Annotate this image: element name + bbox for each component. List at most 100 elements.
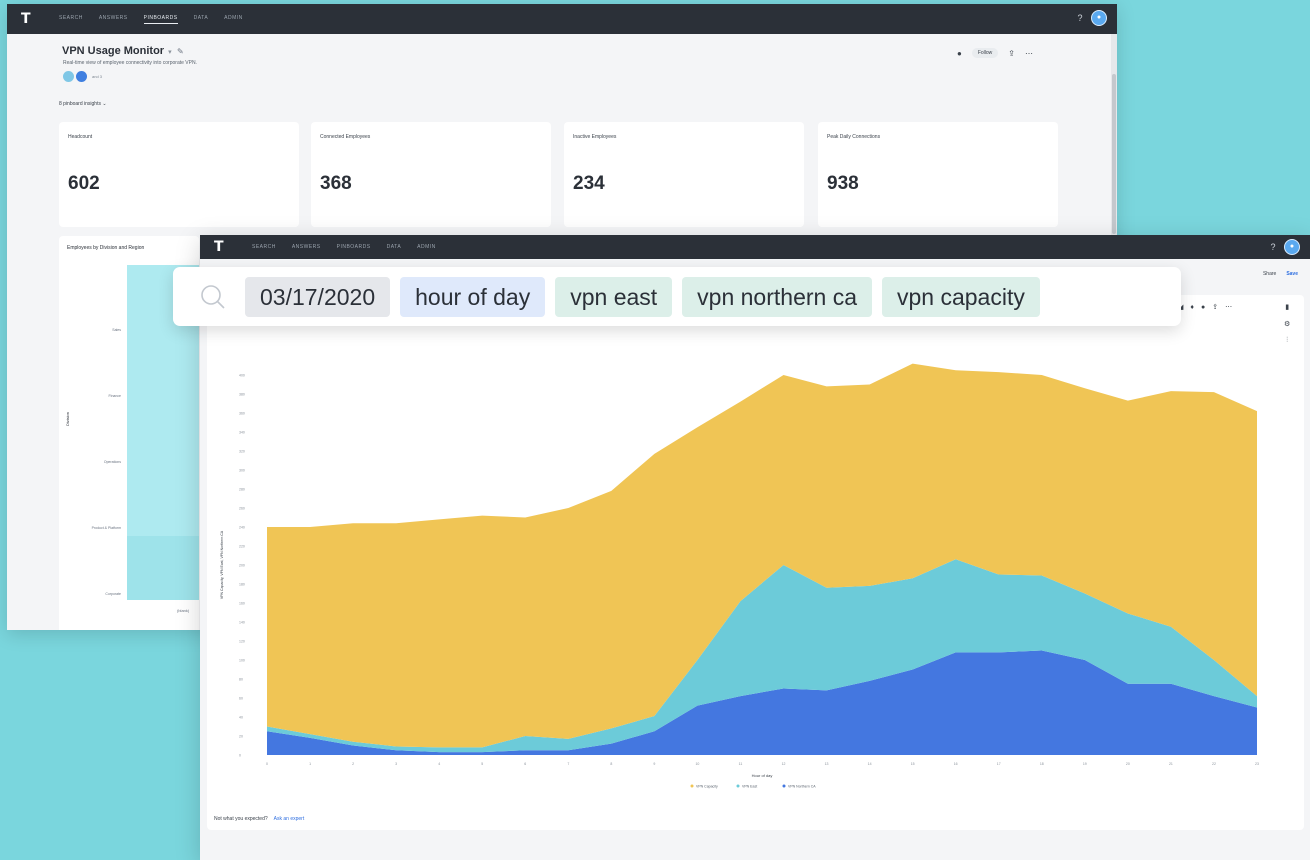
- filter-icon[interactable]: ⫶: [1286, 337, 1288, 345]
- y-tick-label: 160: [239, 602, 245, 606]
- kpi-card-headcount[interactable]: Headcount 602: [59, 122, 299, 227]
- nav-item-search[interactable]: SEARCH: [59, 15, 83, 24]
- help-icon[interactable]: ?: [1268, 242, 1278, 252]
- x-tick-label: 9: [653, 762, 655, 766]
- nav-item-admin[interactable]: ADMIN: [224, 15, 243, 24]
- pinboard-actions: ● Follow ⇪ ⋯: [957, 48, 1033, 58]
- follow-button[interactable]: Follow: [971, 48, 999, 58]
- search-token-measure[interactable]: vpn capacity: [882, 276, 1040, 317]
- app-logo[interactable]: T: [21, 12, 35, 26]
- nav-item-data[interactable]: DATA: [194, 15, 209, 24]
- division-axis-label: Division: [65, 411, 70, 426]
- division-label: Finance: [108, 394, 121, 398]
- nav-menu: SEARCH ANSWERS PINBOARDS DATA ADMIN: [252, 244, 436, 250]
- kpi-value: 938: [827, 173, 859, 194]
- gear-icon[interactable]: ⚙: [1284, 320, 1290, 328]
- x-tick-label: 10: [695, 762, 699, 766]
- pin-icon[interactable]: ♦: [1190, 304, 1194, 311]
- y-tick-label: 100: [239, 659, 245, 663]
- share-icon[interactable]: ⇪: [1212, 303, 1218, 311]
- nav-item-pinboards[interactable]: PINBOARDS: [337, 244, 371, 250]
- pinboard-title[interactable]: VPN Usage Monitor ▾: [62, 45, 172, 57]
- search-icon[interactable]: [199, 283, 227, 311]
- pencil-icon[interactable]: ✎: [177, 47, 184, 56]
- x-tick-label: 7: [567, 762, 569, 766]
- save-button[interactable]: Save: [1286, 271, 1298, 277]
- legend-swatch: [690, 784, 694, 788]
- legend-item[interactable]: VPN Capacity: [696, 785, 718, 789]
- legend-item[interactable]: VPN Northern CA: [788, 785, 816, 789]
- y-tick-label: 180: [239, 583, 245, 587]
- y-tick-label: 240: [239, 526, 245, 530]
- y-tick-label: 120: [239, 640, 245, 644]
- answer-actions: Share Save: [1263, 271, 1298, 277]
- division-label: Operations: [103, 460, 121, 464]
- x-tick-label: 2: [352, 762, 354, 766]
- legend-swatch: [736, 784, 740, 788]
- x-tick-label: 5: [481, 762, 483, 766]
- area-chart[interactable]: 0204060801001201401601802002202402602803…: [207, 295, 1287, 815]
- nav-item-data[interactable]: DATA: [387, 244, 402, 250]
- x-tick-label: 17: [997, 762, 1001, 766]
- scrollbar-thumb[interactable]: [1112, 74, 1116, 234]
- chevron-down-icon[interactable]: ▾: [168, 49, 172, 56]
- y-tick-label: 60: [239, 697, 243, 701]
- division-label: Corporate: [105, 592, 121, 596]
- division-label: Sales: [112, 328, 121, 332]
- y-tick-label: 0: [239, 754, 241, 758]
- more-icon[interactable]: ⋯: [1225, 303, 1232, 311]
- division-bar-segment[interactable]: [127, 536, 199, 600]
- shared-users-more[interactable]: and 3: [92, 74, 102, 79]
- search-token-attribute[interactable]: hour of day: [400, 276, 546, 317]
- x-tick-label: 1: [309, 762, 311, 766]
- kpi-card-connected[interactable]: Connected Employees 368: [311, 122, 551, 227]
- kpi-value: 602: [68, 173, 100, 194]
- x-tick-label: 4: [438, 762, 440, 766]
- help-icon[interactable]: ?: [1075, 13, 1085, 23]
- search-token-measure[interactable]: vpn east: [555, 276, 673, 317]
- lightbulb-icon[interactable]: ●: [957, 49, 962, 58]
- x-tick-label: 21: [1169, 762, 1173, 766]
- nav-item-admin[interactable]: ADMIN: [417, 244, 436, 250]
- shared-users[interactable]: and 3: [63, 71, 102, 82]
- y-tick-label: 340: [239, 431, 245, 435]
- x-tick-label: 11: [739, 762, 743, 766]
- nav-item-answers[interactable]: ANSWERS: [292, 244, 321, 250]
- y-axis-label[interactable]: VPN Capacity, VPN East, VPN Northern CA: [220, 530, 224, 599]
- kpi-label: Connected Employees: [320, 134, 371, 140]
- feedback-text: Not what you expected?: [214, 816, 268, 822]
- kpi-card-inactive[interactable]: Inactive Employees 234: [564, 122, 804, 227]
- x-tick-label: 20: [1126, 762, 1130, 766]
- feedback-row: Not what you expected? Ask an expert: [214, 816, 304, 822]
- insights-toggle[interactable]: 8 pinboard insights ⌄: [59, 101, 107, 107]
- legend-item[interactable]: VPN East: [742, 785, 757, 789]
- nav-item-search[interactable]: SEARCH: [252, 244, 276, 250]
- x-tick-label: 0: [266, 762, 268, 766]
- avatar: [63, 71, 74, 82]
- y-tick-label: 220: [239, 545, 245, 549]
- search-bar[interactable]: 03/17/2020 hour of day vpn east vpn nort…: [173, 267, 1181, 326]
- kpi-label: Headcount: [68, 134, 93, 140]
- nav-item-pinboards[interactable]: PINBOARDS: [143, 15, 178, 24]
- y-tick-label: 320: [239, 450, 245, 454]
- legend-swatch: [782, 784, 786, 788]
- ask-expert-link[interactable]: Ask an expert: [274, 816, 305, 822]
- kpi-card-peak[interactable]: Peak Daily Connections 938: [818, 122, 1058, 227]
- top-nav-bar: T SEARCH ANSWERS PINBOARDS DATA ADMIN ? …: [7, 4, 1117, 34]
- user-avatar[interactable]: ●: [1284, 239, 1300, 255]
- x-tick-label: 3: [395, 762, 397, 766]
- search-token-measure[interactable]: vpn northern ca: [682, 276, 872, 317]
- share-button[interactable]: Share: [1263, 271, 1276, 277]
- x-tick-label: 16: [954, 762, 958, 766]
- search-token-date[interactable]: 03/17/2020: [245, 276, 391, 317]
- user-avatar[interactable]: ●: [1091, 10, 1107, 26]
- pinboard-description: Real-time view of employee connectivity …: [63, 60, 197, 66]
- lightbulb-icon[interactable]: ●: [1201, 304, 1205, 311]
- x-axis-label[interactable]: Hour of day: [752, 773, 773, 778]
- chart-config-icon[interactable]: ▮: [1285, 303, 1289, 311]
- more-icon[interactable]: ⋯: [1025, 49, 1033, 58]
- nav-item-answers[interactable]: ANSWERS: [99, 15, 128, 24]
- share-icon[interactable]: ⇪: [1008, 49, 1015, 58]
- app-logo[interactable]: T: [214, 240, 228, 254]
- search-answer-window: T SEARCH ANSWERS PINBOARDS DATA ADMIN ? …: [200, 235, 1310, 860]
